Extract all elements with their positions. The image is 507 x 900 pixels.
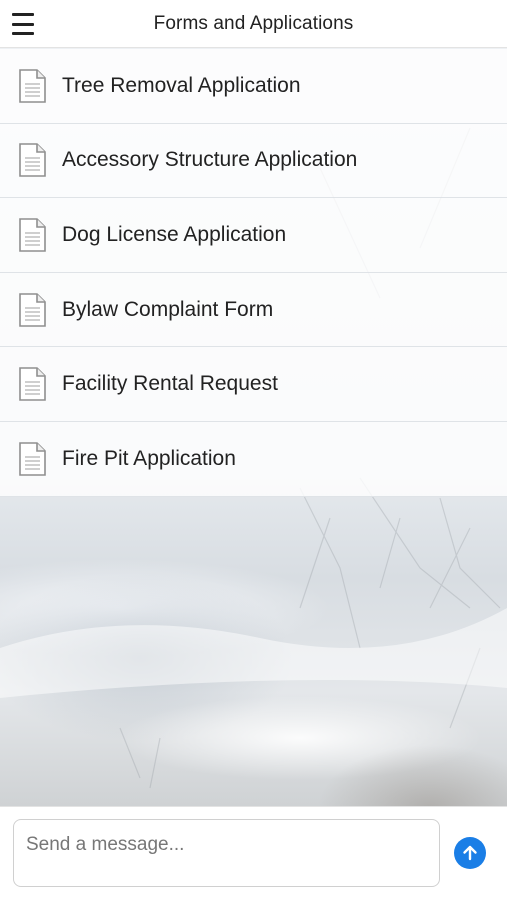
form-item-label: Dog License Application <box>62 222 287 246</box>
arrow-up-icon <box>463 845 477 861</box>
form-item-dog-license[interactable]: Dog License Application <box>0 198 507 273</box>
app-header: Forms and Applications <box>0 0 507 48</box>
send-button[interactable] <box>454 837 486 869</box>
form-item-tree-removal[interactable]: Tree Removal Application <box>0 49 507 124</box>
document-icon <box>19 68 46 103</box>
form-item-label: Accessory Structure Application <box>62 148 358 172</box>
document-icon <box>19 367 46 401</box>
message-composer <box>0 806 507 900</box>
document-icon <box>19 143 46 178</box>
page-title: Forms and Applications <box>153 12 354 34</box>
message-input[interactable] <box>13 819 440 887</box>
form-item-label: Bylaw Complaint Form <box>62 297 274 321</box>
form-item-label: Fire Pit Application <box>62 446 236 470</box>
form-item-accessory-structure[interactable]: Accessory Structure Application <box>0 123 507 199</box>
form-item-label: Facility Rental Request <box>62 372 278 396</box>
document-icon <box>19 292 46 327</box>
form-item-bylaw-complaint[interactable]: Bylaw Complaint Form <box>0 272 507 348</box>
forms-list: Tree Removal Application Accessory Struc… <box>0 49 507 497</box>
form-item-fire-pit[interactable]: Fire Pit Application <box>0 421 507 497</box>
form-item-label: Tree Removal Application <box>62 73 301 97</box>
form-item-facility-rental[interactable]: Facility Rental Request <box>0 347 507 422</box>
document-icon <box>19 441 46 476</box>
document-icon <box>19 218 46 252</box>
hamburger-menu-icon[interactable] <box>12 13 36 35</box>
